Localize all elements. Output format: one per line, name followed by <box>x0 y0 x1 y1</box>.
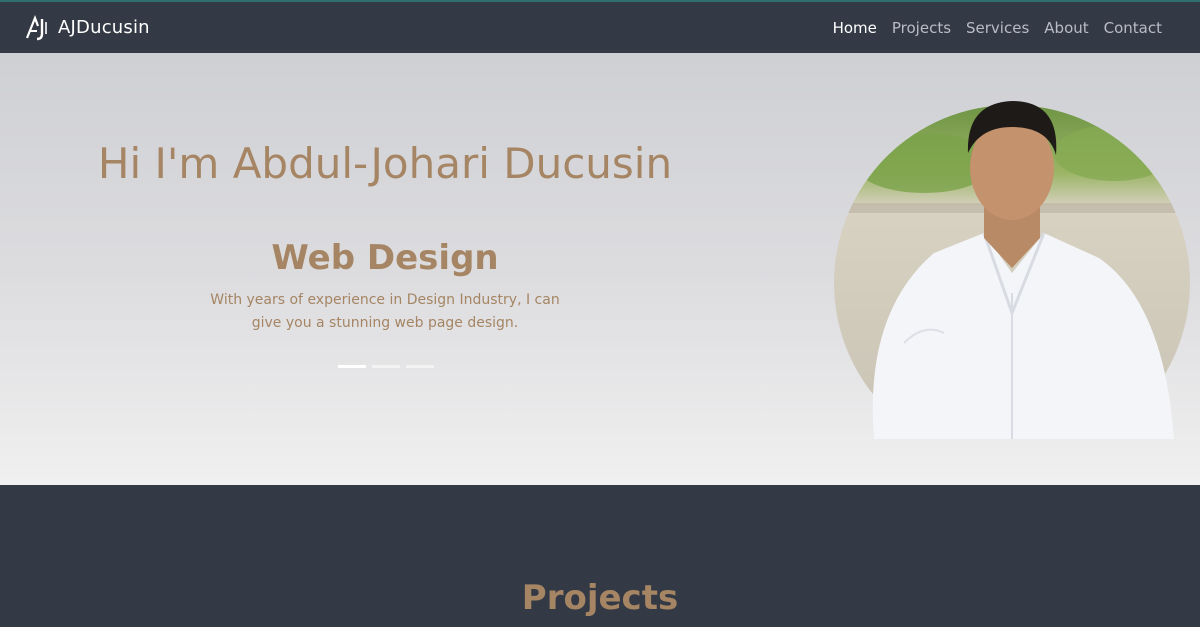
carousel-indicators <box>338 365 434 368</box>
carousel-indicator-2[interactable] <box>372 365 400 368</box>
nav-link-home[interactable]: Home <box>833 19 877 37</box>
carousel-indicator-1[interactable] <box>338 365 366 368</box>
hero-section: Hi I'm Abdul-Johari Ducusin Web Design W… <box>0 53 1200 485</box>
carousel-indicator-3[interactable] <box>406 365 434 368</box>
profile-portrait <box>834 101 1190 439</box>
brand-logo-icon <box>25 14 47 40</box>
brand-name: AJDucusin <box>58 17 150 38</box>
navbar: AJDucusin Home Projects Services About C… <box>0 0 1200 53</box>
projects-heading: Projects <box>521 578 679 618</box>
nav-link-contact[interactable]: Contact <box>1104 19 1162 37</box>
nav-link-projects[interactable]: Projects <box>892 19 951 37</box>
nav-link-services[interactable]: Services <box>966 19 1029 37</box>
carousel-slide-description: With years of experience in Design Indus… <box>210 292 560 331</box>
hero-title: Hi I'm Abdul-Johari Ducusin <box>97 139 673 188</box>
brand[interactable]: AJDucusin <box>24 14 150 42</box>
projects-section: Projects <box>0 485 1200 627</box>
carousel-slide-heading: Web Design <box>271 238 499 278</box>
nav-links: Home Projects Services About Contact <box>833 19 1162 37</box>
nav-link-about[interactable]: About <box>1044 19 1088 37</box>
